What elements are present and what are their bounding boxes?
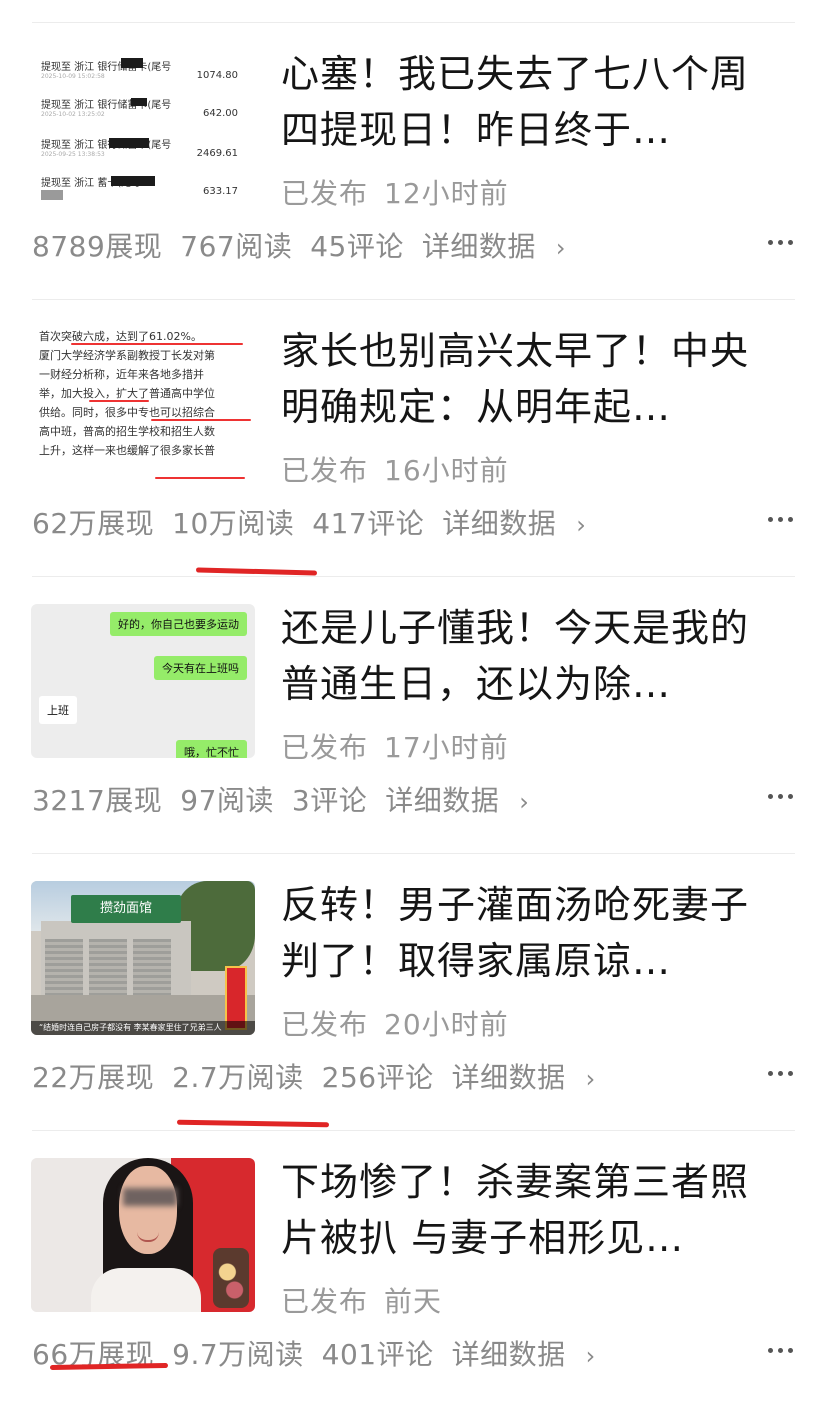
video-caption: “结婚时连自己房子都没有 李某春家里住了兄弟三人 — [31, 1021, 255, 1035]
publish-status: 已发布 16小时前 — [281, 449, 509, 489]
chat-bubble-sent: 哦，忙不忙 — [176, 740, 247, 758]
article-title[interactable]: 还是儿子懂我！今天是我的普通生日，还以为除… — [281, 600, 781, 712]
chevron-right-icon: › — [585, 1065, 596, 1093]
article-title[interactable]: 反转！男子灌面汤呛死妻子判了！取得家属原谅… — [281, 877, 781, 989]
comments: 401评论 — [321, 1338, 434, 1371]
redaction-mark — [121, 58, 143, 68]
redaction-mark — [41, 190, 63, 200]
article-title[interactable]: 家长也别高兴太早了！中央明确规定：从明年起… — [281, 323, 781, 435]
blurred-eyes — [123, 1188, 177, 1206]
article-card[interactable]: 好的，你自己也要多运动 今天有在上班吗 上班 哦，忙不忙 还是儿子懂我！今天是我… — [0, 576, 827, 853]
article-card[interactable]: 提现至 浙江 银行储蓄卡(尾号 1074.80 2025-10-09 15:02… — [0, 22, 827, 299]
article-title[interactable]: 心塞！我已失去了七八个周四提现日！昨日终于… — [281, 46, 781, 158]
publish-time: 12小时前 — [384, 177, 509, 210]
highlight-underline — [89, 400, 149, 402]
impressions: 3217展现 — [32, 784, 163, 817]
status-label: 已发布 — [281, 177, 369, 210]
red-underline-mark — [195, 567, 318, 576]
shutter — [133, 939, 171, 997]
detail-data-link[interactable]: 详细数据 › — [385, 784, 547, 817]
chat-bubble-sent: 今天有在上班吗 — [154, 656, 247, 680]
detail-data-link[interactable]: 详细数据 › — [452, 1338, 614, 1371]
status-label: 已发布 — [281, 731, 369, 764]
status-label: 已发布 — [281, 454, 369, 487]
chevron-right-icon: › — [555, 234, 566, 262]
highlight-underline — [151, 419, 251, 421]
article-thumbnail[interactable] — [31, 1158, 255, 1312]
article-card[interactable]: 下场惨了！杀妻案第三者照片被扒 与妻子相形见… 已发布 前天 66万展现 9.7万阅… — [0, 1130, 827, 1407]
redaction-mark — [111, 176, 155, 186]
impressions: 62万展现 — [32, 507, 155, 540]
article-thumbnail[interactable]: 好的，你自己也要多运动 今天有在上班吗 上班 哦，忙不忙 — [31, 604, 255, 758]
publish-time: 20小时前 — [384, 1008, 509, 1041]
comments: 417评论 — [312, 507, 425, 540]
detail-data-link[interactable]: 详细数据 › — [442, 507, 604, 540]
clothing — [91, 1268, 201, 1312]
status-label: 已发布 — [281, 1285, 369, 1318]
withdraw-record: 提现至 浙江 银行储蓄卡(尾号 1074.80 2025-10-09 15:02… — [41, 62, 238, 81]
article-stats: 3217展现 97阅读 3评论 详细数据 › — [32, 779, 565, 819]
shutter — [45, 939, 83, 997]
publish-status: 已发布 17小时前 — [281, 726, 509, 766]
comments: 45评论 — [310, 230, 404, 263]
comments: 256评论 — [321, 1061, 434, 1094]
shop-sign: 攒劲面馆 — [71, 895, 181, 923]
publish-status: 已发布 前天 — [281, 1280, 442, 1320]
more-icon[interactable] — [768, 1071, 793, 1076]
more-icon[interactable] — [768, 1348, 793, 1353]
reads: 97阅读 — [180, 784, 274, 817]
highlight-underline — [155, 477, 245, 479]
detail-data-link[interactable]: 详细数据 › — [452, 1061, 614, 1094]
article-stats: 8789展现 767阅读 45评论 详细数据 › — [32, 225, 602, 265]
reads: 10万阅读 — [172, 507, 295, 540]
redaction-mark — [131, 98, 147, 106]
article-thumbnail[interactable]: 攒劲面馆 “结婚时连自己房子都没有 李某春家里住了兄弟三人 — [31, 881, 255, 1035]
reads: 9.7万阅读 — [172, 1338, 304, 1371]
shutter — [89, 939, 127, 997]
chevron-right-icon: › — [519, 788, 530, 816]
reads: 2.7万阅读 — [172, 1061, 304, 1094]
reads: 767阅读 — [180, 230, 293, 263]
article-thumbnail[interactable]: 提现至 浙江 银行储蓄卡(尾号 1074.80 2025-10-09 15:02… — [31, 50, 255, 204]
flower-bouquet — [213, 1248, 249, 1308]
chat-bubble-received: 上班 — [39, 696, 77, 724]
impressions: 22万展现 — [32, 1061, 155, 1094]
article-stats: 22万展现 2.7万阅读 256评论 详细数据 › — [32, 1056, 632, 1096]
publish-time: 前天 — [384, 1285, 443, 1318]
article-thumbnail[interactable]: 首次突破六成，达到了61.02%。 厦门大学经济学系副教授丁长发对第 一财经分析… — [31, 327, 255, 481]
chat-bubble-sent: 好的，你自己也要多运动 — [110, 612, 247, 636]
more-icon[interactable] — [768, 794, 793, 799]
article-title[interactable]: 下场惨了！杀妻案第三者照片被扒 与妻子相形见… — [281, 1154, 781, 1266]
article-card[interactable]: 攒劲面馆 “结婚时连自己房子都没有 李某春家里住了兄弟三人 反转！男子灌面汤呛死… — [0, 853, 827, 1130]
publish-time: 17小时前 — [384, 731, 509, 764]
comments: 3评论 — [291, 784, 368, 817]
detail-data-link[interactable]: 详细数据 › — [422, 230, 584, 263]
publish-status: 已发布 20小时前 — [281, 1003, 509, 1043]
publish-status: 已发布 12小时前 — [281, 172, 509, 212]
more-icon[interactable] — [768, 517, 793, 522]
highlight-underline — [71, 343, 243, 345]
red-underline-mark — [176, 1119, 330, 1128]
article-card[interactable]: 首次突破六成，达到了61.02%。 厦门大学经济学系副教授丁长发对第 一财经分析… — [0, 299, 827, 576]
more-icon[interactable] — [768, 240, 793, 245]
redaction-mark — [109, 138, 149, 148]
chevron-right-icon: › — [585, 1342, 596, 1370]
article-stats: 62万展现 10万阅读 417评论 详细数据 › — [32, 502, 622, 542]
impressions: 8789展现 — [32, 230, 163, 263]
chevron-right-icon: › — [576, 511, 587, 539]
status-label: 已发布 — [281, 1008, 369, 1041]
publish-time: 16小时前 — [384, 454, 509, 487]
thumbnail-text: 首次突破六成，达到了61.02%。 厦门大学经济学系副教授丁长发对第 一财经分析… — [39, 330, 215, 457]
